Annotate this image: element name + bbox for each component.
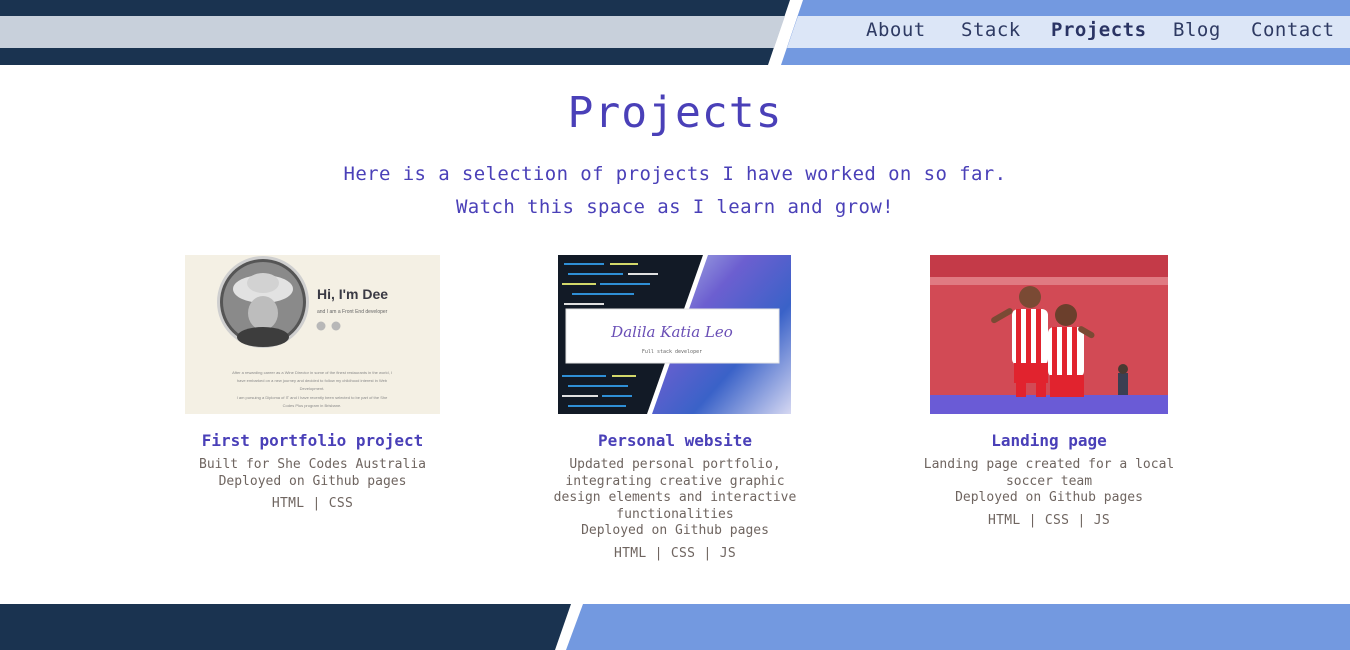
desc-line: soccer team	[1005, 473, 1093, 489]
footer-decoration	[0, 604, 1350, 650]
desc-line: Updated personal portfolio,	[569, 457, 781, 472]
intro-text: Here is a selection of projects I have w…	[0, 158, 1350, 224]
main-nav: About Stack Projects Blog Contact	[0, 17, 1350, 47]
header-bar: About Stack Projects Blog Contact	[0, 0, 1350, 65]
thumb-para-2: have embarked on a new journey and decid…	[237, 378, 388, 383]
project-description: Updated personal portfolio, integrating …	[540, 457, 810, 540]
thumb-para-3: Development.	[300, 386, 325, 391]
desc-line: Landing page created for a local	[923, 457, 1175, 472]
thumb-para-1: After a rewarding career as a Wine Direc…	[232, 370, 392, 375]
project-thumbnail-first-portfolio[interactable]: Hi, I'm Dee and I am a Front End develop…	[185, 255, 440, 414]
project-description: Built for She Codes Australia Deployed o…	[170, 457, 455, 490]
project-tech-stack: HTML | CSS | JS	[988, 513, 1110, 528]
nav-link-about[interactable]: About	[866, 19, 926, 41]
desc-line: design elements and interactive	[553, 490, 797, 505]
desc-line: Deployed on Github pages	[218, 473, 407, 489]
personal-website-screenshot-image: Dalila Katia Leo Full stack developer	[558, 255, 791, 414]
thumb-para-4: I am pursuing a Diploma of IT and I have…	[237, 395, 388, 400]
portfolio-screenshot-image: Hi, I'm Dee and I am a Front End develop…	[185, 255, 440, 414]
desc-line: Built for She Codes Australia	[199, 457, 426, 472]
project-title: Personal website	[597, 431, 753, 450]
project-tech-stack: HTML | CSS | JS	[614, 546, 736, 561]
desc-line: Deployed on Github pages	[581, 523, 769, 538]
thumb-heading: Hi, I'm Dee	[317, 286, 388, 302]
desc-line: functionalities	[616, 506, 734, 522]
footer-bar	[0, 604, 1350, 650]
project-card-landing-page: Landing page Landing page created for a …	[914, 255, 1184, 545]
nav-link-contact[interactable]: Contact	[1251, 19, 1335, 41]
project-card-first-portfolio: Hi, I'm Dee and I am a Front End develop…	[170, 255, 455, 535]
project-description: Landing page created for a local soccer …	[914, 457, 1184, 507]
project-title: First portfolio project	[201, 431, 424, 450]
intro-line-1: Here is a selection of projects I have w…	[343, 163, 1007, 185]
desc-line: integrating creative graphic	[565, 473, 785, 489]
thumb-name: Dalila Katia Leo	[610, 323, 733, 341]
thumb-sub: and I am a Front End developer	[317, 309, 388, 315]
soccer-players-photo	[930, 255, 1168, 414]
footer-navy-band	[0, 604, 571, 650]
project-title: Landing page	[991, 431, 1107, 450]
project-thumbnail-landing-page[interactable]	[930, 255, 1168, 414]
project-tech-stack: HTML | CSS	[271, 496, 354, 511]
desc-line: Deployed on Github pages	[955, 490, 1143, 505]
nav-link-stack[interactable]: Stack	[961, 19, 1021, 41]
project-thumbnail-personal-website[interactable]: Dalila Katia Leo Full stack developer	[558, 255, 791, 414]
footer-blue-band	[566, 604, 1350, 650]
page-title: Projects	[567, 88, 783, 138]
intro-line-2: Watch this space as I learn and grow!	[455, 196, 895, 218]
thumb-role: Full stack developer	[642, 349, 702, 355]
nav-link-blog[interactable]: Blog	[1173, 19, 1221, 41]
project-card-personal-website: Dalila Katia Leo Full stack developer Pe…	[540, 255, 810, 575]
thumb-para-5: Codes Plus program in Brisbane.	[283, 403, 342, 408]
nav-link-projects[interactable]: Projects	[1051, 19, 1147, 41]
